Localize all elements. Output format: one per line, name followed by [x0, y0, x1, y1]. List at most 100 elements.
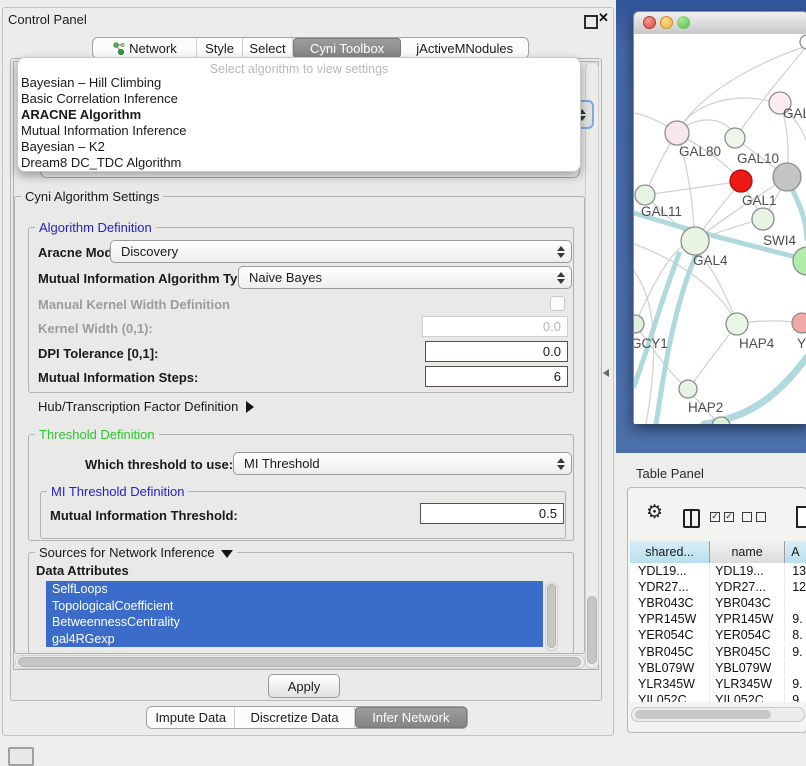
- settings-vscrollbar-thumb[interactable]: [587, 596, 597, 664]
- algorithm-option[interactable]: Dream8 DC_TDC Algorithm: [21, 155, 577, 171]
- close-panel-button[interactable]: ✕: [598, 10, 609, 26]
- network-node-gcy1[interactable]: [634, 315, 644, 333]
- window-close-light[interactable]: [643, 16, 656, 29]
- columns-icon[interactable]: [683, 509, 700, 528]
- table-row[interactable]: YBL079WYBL079W: [630, 660, 806, 676]
- column-header-name[interactable]: name: [710, 541, 785, 563]
- tab-select[interactable]: Select: [243, 38, 292, 58]
- table-header: shared... name A: [630, 541, 806, 564]
- mi-algorithm-type-combobox[interactable]: Naive Bayes: [238, 266, 572, 289]
- data-attributes-label: Data Attributes: [36, 563, 129, 578]
- window-minimize-light[interactable]: [660, 16, 673, 29]
- float-window-button[interactable]: [584, 15, 598, 29]
- table-cell: 9.: [785, 645, 806, 659]
- bottom-left-button[interactable]: [8, 747, 34, 766]
- network-node-label: GAL1: [742, 193, 777, 208]
- tab-style[interactable]: Style: [197, 38, 243, 58]
- algorithm-option[interactable]: Mutual Information Inference: [21, 123, 577, 139]
- table-hscrollbar-thumb[interactable]: [635, 710, 771, 719]
- table-row[interactable]: YDR27...YDR27...12: [630, 579, 806, 595]
- table-cell: 9.: [785, 612, 806, 626]
- tab-discretize-data[interactable]: Discretize Data: [235, 707, 354, 728]
- algorithm-option[interactable]: Basic Correlation Inference: [21, 91, 577, 107]
- table-panel: ⚙ ✓✓ shared... name A YDL19...YDL19...13…: [627, 487, 806, 733]
- network-node[interactable]: [773, 163, 801, 191]
- attributes-scrollbar-thumb[interactable]: [547, 584, 556, 648]
- tab-infer-network[interactable]: Infer Network: [355, 707, 467, 728]
- network-node-y[interactable]: [792, 313, 806, 333]
- tab-jactivemnodules-label: jActiveMNodules: [416, 41, 513, 56]
- settings-vscrollbar[interactable]: [585, 62, 599, 669]
- network-node-gal4[interactable]: [681, 227, 709, 255]
- data-attribute-item[interactable]: TopologicalCoefficient: [46, 598, 543, 615]
- mi-steps-field[interactable]: 6: [425, 366, 568, 387]
- manual-kernel-checkbox[interactable]: [550, 296, 565, 311]
- file-icon[interactable]: [796, 506, 806, 528]
- table-row[interactable]: YBR043CYBR043C: [630, 595, 806, 611]
- settings-hscrollbar-thumb[interactable]: [18, 657, 581, 667]
- table-row[interactable]: YBR045CYBR045C9.: [630, 643, 806, 659]
- dpi-tolerance-field[interactable]: 0.0: [425, 341, 568, 362]
- network-node-hap2[interactable]: [679, 380, 697, 398]
- tab-impute-data[interactable]: Impute Data: [147, 707, 235, 728]
- sources-disclosure[interactable]: Sources for Network Inference: [35, 545, 237, 560]
- dpi-tolerance-label: DPI Tolerance [0,1]:: [38, 346, 158, 361]
- tab-network[interactable]: Network: [93, 38, 197, 58]
- deselect-all-icon[interactable]: [742, 512, 766, 522]
- gear-icon[interactable]: ⚙: [646, 503, 663, 523]
- select-all-icon[interactable]: ✓✓: [710, 512, 734, 522]
- network-window-titlebar[interactable]: [634, 12, 806, 35]
- mi-threshold-label: Mutual Information Threshold:: [50, 508, 238, 523]
- table-cell: YPR145W: [630, 612, 710, 626]
- table-row[interactable]: YER054CYER054C8.: [630, 627, 806, 643]
- network-node[interactable]: [800, 35, 806, 49]
- network-node-gal11[interactable]: [635, 185, 655, 205]
- aracne-mode-combobox[interactable]: Discovery: [110, 240, 572, 263]
- data-attribute-item[interactable]: SelfLoops: [46, 581, 543, 598]
- kernel-width-field[interactable]: 0.0: [422, 316, 568, 337]
- network-node-label: GAL10: [737, 151, 779, 166]
- tab-cyni-toolbox[interactable]: Cyni Toolbox: [293, 38, 402, 58]
- data-attribute-item[interactable]: BetweennessCentrality: [46, 614, 543, 631]
- table-cell: 9: [785, 693, 806, 702]
- algorithm-option[interactable]: Bayesian – Hill Climbing: [21, 75, 577, 91]
- network-node-hap4[interactable]: [726, 313, 748, 335]
- window-zoom-light[interactable]: [677, 16, 690, 29]
- settings-hscrollbar[interactable]: [15, 655, 585, 669]
- hub-definition-disclosure[interactable]: Hub/Transcription Factor Definition: [38, 399, 254, 414]
- data-attribute-item[interactable]: gal4RGexp: [46, 631, 543, 648]
- panel-collapse-arrow[interactable]: [603, 369, 609, 377]
- algorithm-option[interactable]: ARACNE Algorithm: [21, 107, 577, 123]
- mi-threshold-field[interactable]: 0.5: [420, 503, 564, 524]
- network-node-gal10[interactable]: [725, 128, 745, 148]
- table-row[interactable]: YPR145WYPR145W9.: [630, 611, 806, 627]
- attributes-scrollbar[interactable]: [545, 582, 558, 651]
- network-node[interactable]: [730, 170, 752, 192]
- network-node-label: HAP4: [739, 336, 775, 351]
- tab-jactivemnodules[interactable]: jActiveMNodules: [401, 38, 528, 58]
- table-row[interactable]: YLR345WYLR345W9.: [630, 676, 806, 692]
- network-node-gal80[interactable]: [665, 121, 689, 145]
- which-threshold-label: Which threshold to use:: [85, 457, 233, 472]
- column-header-partial[interactable]: A: [785, 541, 806, 563]
- which-threshold-combobox[interactable]: MI Threshold: [233, 452, 572, 475]
- network-canvas[interactable]: GAL80GAL10GALGAL1GAL11GAL4SWI4GCY1HAP4YH…: [634, 34, 806, 424]
- table-cell: 13: [785, 564, 806, 578]
- network-node-gal1[interactable]: [752, 208, 774, 230]
- table-cell: 9.: [785, 677, 806, 691]
- apply-button[interactable]: Apply: [268, 674, 340, 698]
- network-node-label: GAL4: [693, 253, 728, 268]
- column-header-shared[interactable]: shared...: [630, 541, 710, 563]
- sources-title: Sources for Network Inference: [39, 545, 215, 560]
- algorithm-option[interactable]: Bayesian – K2: [21, 139, 577, 155]
- mi-threshold-group-title: MI Threshold Definition: [47, 484, 188, 499]
- table-hscrollbar[interactable]: [631, 707, 805, 722]
- table-row[interactable]: YDL19...YDL19...13: [630, 563, 806, 579]
- network-node-swi4[interactable]: [793, 247, 806, 275]
- table-cell: YDL19...: [710, 564, 785, 578]
- network-nodes: GAL80GAL10GALGAL1GAL11GAL4SWI4GCY1HAP4YH…: [634, 35, 806, 424]
- table-cell: YLR345W: [630, 677, 710, 691]
- network-icon: [112, 42, 125, 55]
- network-node-label: Y: [797, 336, 806, 351]
- table-row[interactable]: YIL052CYIL052C9: [630, 692, 806, 702]
